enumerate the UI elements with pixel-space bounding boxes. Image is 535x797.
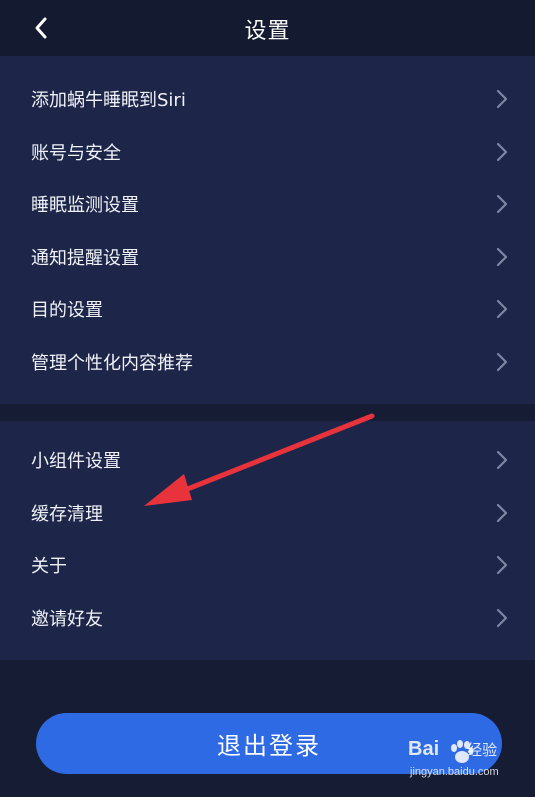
chevron-right-icon — [496, 194, 508, 214]
chevron-right-icon — [496, 450, 508, 470]
watermark-url: jingyan.baidu.com — [410, 766, 499, 778]
settings-item-sleep-monitor[interactable]: 睡眠监测设置 — [0, 178, 535, 230]
chevron-right-icon — [496, 503, 508, 523]
settings-item-add-siri[interactable]: 添加蜗牛睡眠到Siri — [0, 73, 535, 125]
settings-item-label: 缓存清理 — [31, 504, 103, 525]
settings-item-label: 管理个性化内容推荐 — [31, 353, 193, 374]
chevron-right-icon — [496, 142, 508, 162]
settings-item-label: 账号与安全 — [31, 143, 121, 164]
paw-icon — [451, 740, 474, 763]
settings-item-account-security[interactable]: 账号与安全 — [0, 126, 535, 178]
settings-item-label: 添加蜗牛睡眠到Siri — [31, 90, 186, 111]
settings-item-personalized-content[interactable]: 管理个性化内容推荐 — [0, 336, 535, 388]
annotation-arrow-icon — [144, 413, 375, 506]
settings-item-label: 邀请好友 — [31, 609, 103, 630]
chevron-right-icon — [496, 608, 508, 628]
settings-group-main: 添加蜗牛睡眠到Siri 账号与安全 睡眠监测设置 通知提醒设置 目的设置 管理个… — [0, 56, 535, 404]
chevron-right-icon — [496, 89, 508, 109]
settings-item-notification[interactable]: 通知提醒设置 — [0, 231, 535, 283]
chevron-right-icon — [496, 555, 508, 575]
settings-item-label: 关于 — [31, 556, 67, 577]
settings-item-invite-friends[interactable]: 邀请好友 — [0, 592, 535, 644]
nav-bar: 设置 — [0, 0, 535, 56]
settings-item-label: 通知提醒设置 — [31, 248, 139, 269]
page-title: 设置 — [244, 19, 291, 44]
chevron-right-icon — [496, 247, 508, 267]
chevron-right-icon — [496, 299, 508, 319]
watermark: Bai 经验 jingyan.baidu.com — [408, 738, 526, 788]
settings-item-label: 睡眠监测设置 — [31, 195, 139, 216]
settings-item-label: 目的设置 — [31, 300, 103, 321]
settings-item-label: 小组件设置 — [31, 451, 121, 472]
settings-item-goal[interactable]: 目的设置 — [0, 283, 535, 335]
settings-item-about[interactable]: 关于 — [0, 539, 535, 591]
chevron-right-icon — [496, 352, 508, 372]
